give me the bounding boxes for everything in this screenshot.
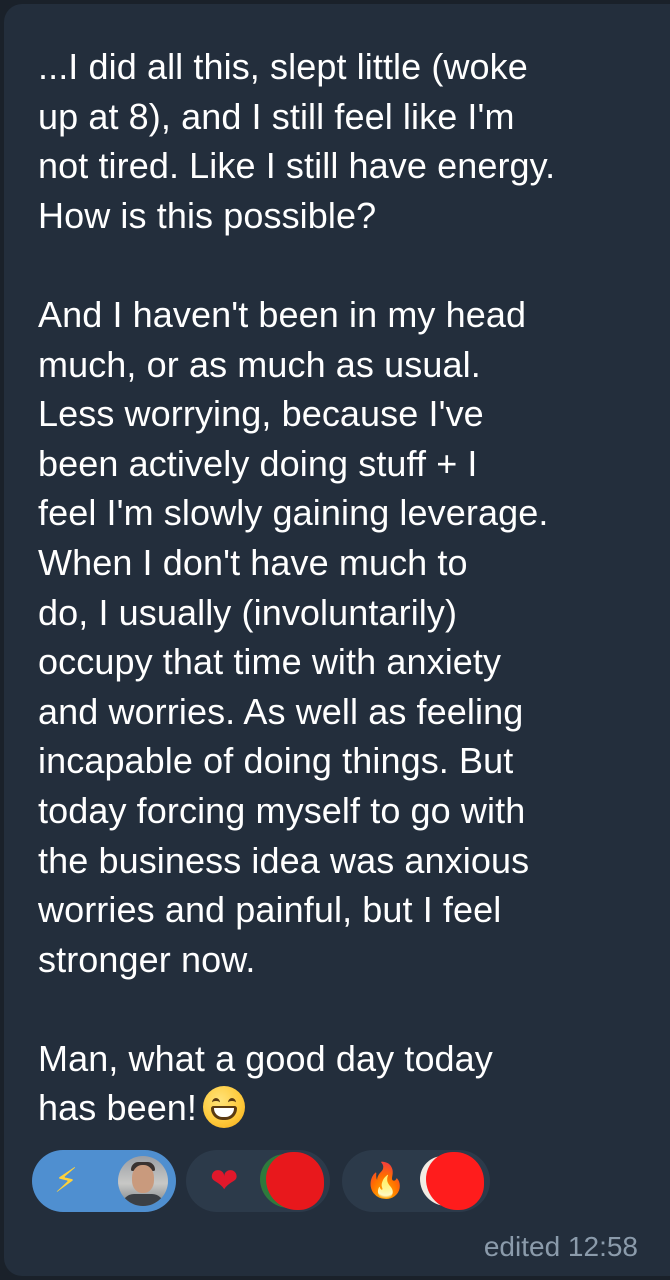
message-line: How is this possible?	[38, 194, 377, 236]
grinning-face-emoji-icon	[203, 1086, 246, 1129]
reaction-heart[interactable]: ❤	[186, 1150, 330, 1212]
message-text: ...I did all this, slept little (woke up…	[38, 42, 653, 1133]
message-bubble[interactable]: ...I did all this, slept little (woke up…	[4, 4, 670, 1276]
message-line: much, or as much as usual.	[38, 343, 481, 385]
message-line: been actively doing stuff + I	[38, 442, 478, 484]
message-line: not tired. Like I still have energy.	[38, 145, 556, 187]
message-line: stronger now.	[38, 938, 256, 980]
redacted-avatar	[426, 1152, 484, 1210]
message-line: ...I did all this, slept little (woke	[38, 46, 528, 87]
lightning-icon: ⚡	[54, 1161, 78, 1201]
message-line: do, I usually (involuntarily)	[38, 591, 458, 633]
message-line: Less worrying, because I've	[38, 393, 484, 435]
avatar	[118, 1156, 168, 1206]
message-line: When I don't have much to	[38, 541, 468, 583]
message-line: occupy that time with anxiety	[38, 641, 502, 683]
message-line: feel I'm slowly gaining leverage.	[38, 492, 549, 534]
reaction-fire[interactable]: 🔥	[342, 1150, 490, 1212]
reaction-lightning[interactable]: ⚡	[32, 1150, 176, 1212]
heart-icon: ❤	[210, 1161, 239, 1201]
message-line: has been!	[38, 1087, 198, 1129]
message-line: incapable of doing things. But	[38, 740, 514, 782]
redacted-avatar	[266, 1152, 324, 1210]
fire-icon: 🔥	[364, 1161, 407, 1201]
message-line: And I haven't been in my head	[38, 293, 527, 335]
message-edited-timestamp: edited 12:58	[483, 1231, 638, 1262]
message-line: and worries. As well as feeling	[38, 690, 524, 732]
message-line: Man, what a good day today	[38, 1037, 493, 1079]
message-line: the business idea was anxious	[38, 839, 530, 881]
message-line: worries and painful, but I feel	[38, 889, 502, 931]
message-last-line: has been!	[38, 1083, 653, 1133]
message-line: today forcing myself to go with	[38, 789, 526, 831]
message-line: up at 8), and I still feel like I'm	[38, 95, 515, 137]
